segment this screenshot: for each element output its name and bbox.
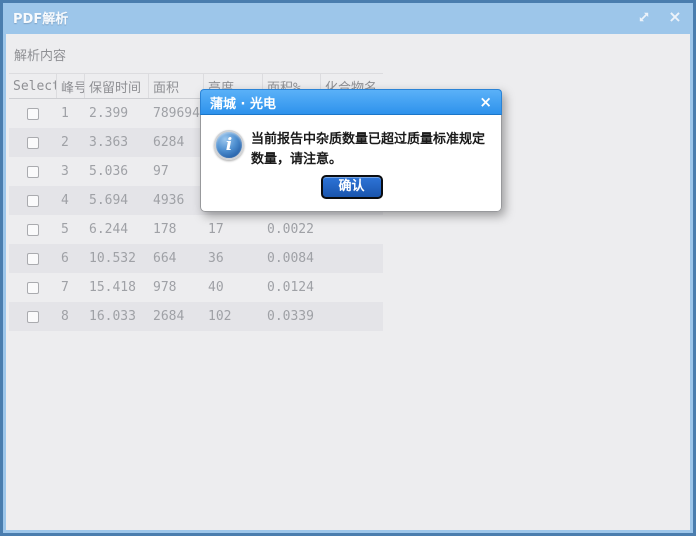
cell-area-pct: 0.0339 [263,309,321,324]
cell-area: 97 [149,164,204,179]
row-checkbox[interactable] [27,195,39,207]
cell-area: 4936 [149,193,204,208]
header-select: Select [9,74,57,98]
row-checkbox[interactable] [27,166,39,178]
header-peak: 峰号 [57,74,85,98]
cell-peak: 8 [57,309,85,324]
dialog-body: i 当前报告中杂质数量已超过质量标准规定数量，请注意。 确认 [200,115,502,212]
alert-dialog: 蒲城 · 光电 × i 当前报告中杂质数量已超过质量标准规定数量，请注意。 确认 [200,89,502,212]
cell-peak: 2 [57,135,85,150]
cell-area-pct: 0.0124 [263,280,321,295]
cell-select [9,137,57,149]
cell-select [9,224,57,236]
expand-icon[interactable] [636,9,652,25]
cell-retention: 5.036 [85,164,149,179]
cell-area: 178 [149,222,204,237]
cell-area: 7896944 [149,106,204,121]
row-checkbox[interactable] [27,311,39,323]
dialog-message: 当前报告中杂质数量已超过质量标准规定数量，请注意。 [251,130,489,170]
dialog-close-icon[interactable]: × [479,95,492,110]
window-title: PDF解析 [13,8,68,27]
cell-retention: 10.532 [85,251,149,266]
cell-area: 664 [149,251,204,266]
header-area: 面积 [149,74,204,98]
cell-retention: 15.418 [85,280,149,295]
cell-height: 36 [204,251,263,266]
confirm-button[interactable]: 确认 [321,175,383,199]
cell-height: 102 [204,309,263,324]
dialog-titlebar: 蒲城 · 光电 × [200,89,502,115]
table-row: 7 15.418 978 40 0.0124 [9,273,383,302]
cell-peak: 4 [57,193,85,208]
cell-retention: 16.033 [85,309,149,324]
close-icon[interactable]: × [667,9,683,25]
dialog-message-row: i 当前报告中杂质数量已超过质量标准规定数量，请注意。 [214,130,489,170]
cell-height: 17 [204,222,263,237]
header-retention: 保留时间 [85,74,149,98]
window-titlebar: PDF解析 × [3,3,693,31]
section-label: 解析内容 [6,34,690,73]
table-row: 5 6.244 178 17 0.0022 [9,215,383,244]
cell-area: 6284 [149,135,204,150]
cell-select [9,195,57,207]
pdf-analysis-window: PDF解析 × 解析内容 Select 峰号 保留时间 面积 高度 面积% 化 [0,0,696,536]
cell-area-pct: 0.0022 [263,222,321,237]
table-row: 8 16.033 2684 102 0.0339 [9,302,383,331]
row-checkbox[interactable] [27,137,39,149]
info-icon: i [214,130,244,160]
cell-retention: 6.244 [85,222,149,237]
cell-peak: 5 [57,222,85,237]
cell-select [9,166,57,178]
cell-retention: 5.694 [85,193,149,208]
row-checkbox[interactable] [27,224,39,236]
row-checkbox[interactable] [27,253,39,265]
row-checkbox[interactable] [27,282,39,294]
cell-select [9,311,57,323]
cell-select [9,108,57,120]
cell-peak: 7 [57,280,85,295]
cell-area: 2684 [149,309,204,324]
cell-peak: 3 [57,164,85,179]
cell-area: 978 [149,280,204,295]
cell-peak: 6 [57,251,85,266]
cell-retention: 2.399 [85,106,149,121]
cell-area-pct: 0.0084 [263,251,321,266]
cell-select [9,253,57,265]
cell-peak: 1 [57,106,85,121]
cell-height: 40 [204,280,263,295]
cell-select [9,282,57,294]
row-checkbox[interactable] [27,108,39,120]
cell-retention: 3.363 [85,135,149,150]
titlebar-icons: × [636,9,683,25]
table-row: 6 10.532 664 36 0.0084 [9,244,383,273]
dialog-title: 蒲城 · 光电 [210,93,276,112]
